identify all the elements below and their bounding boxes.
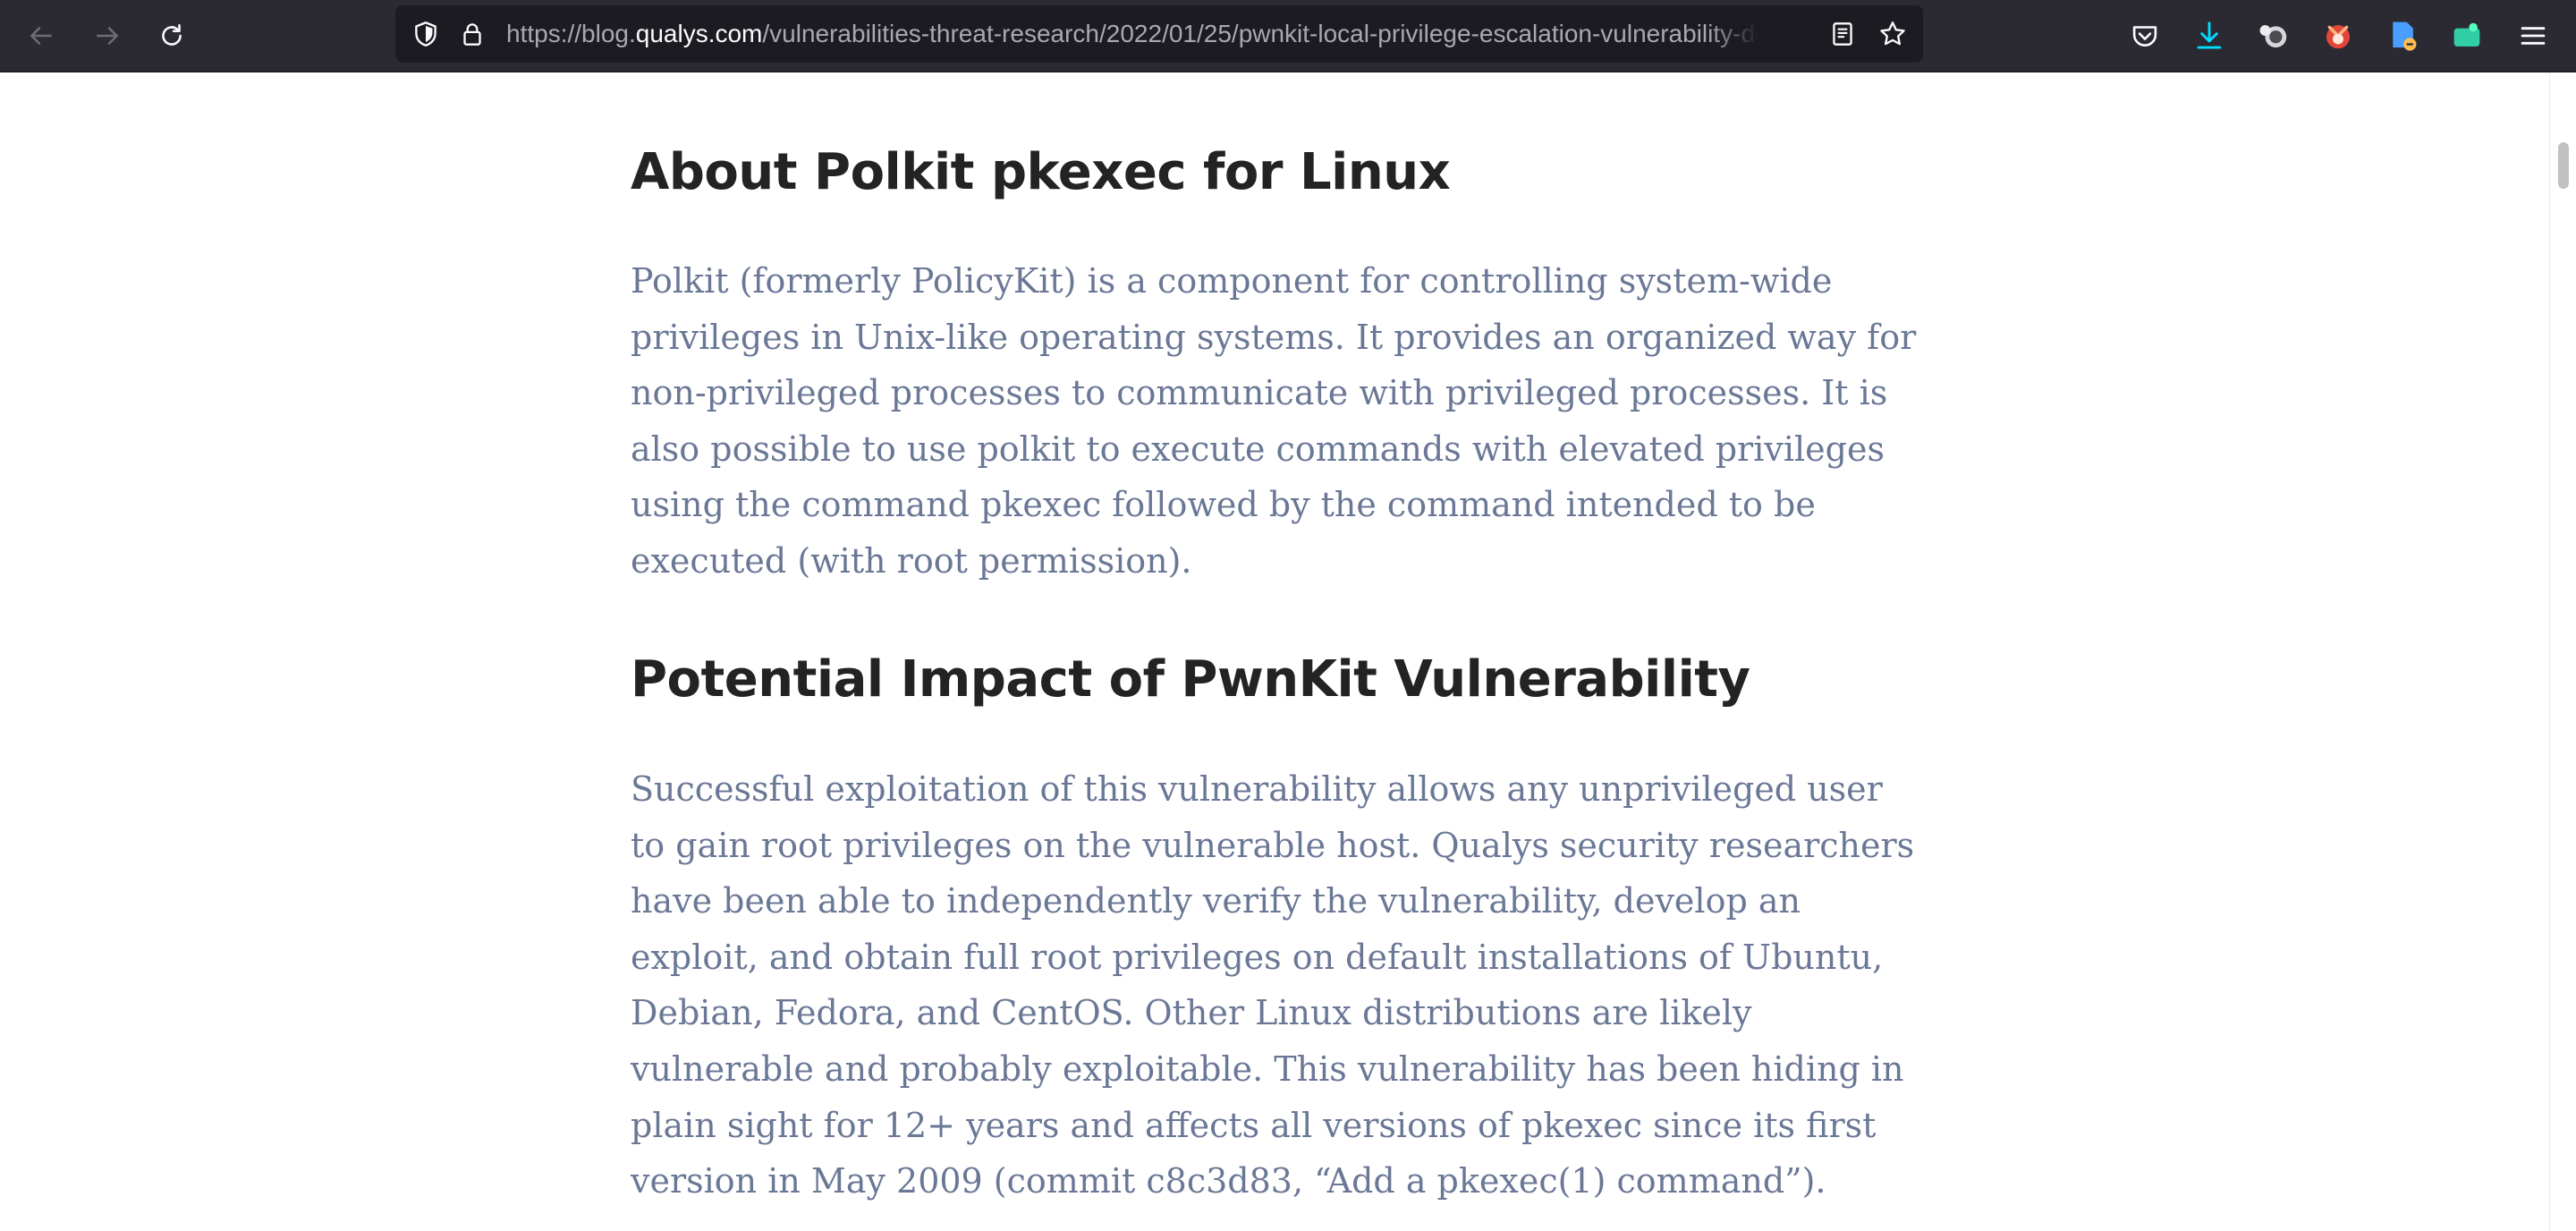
extension-button-4[interactable] (2447, 16, 2487, 55)
url-path: /vulnerabilities-threat-research/2022/01… (762, 20, 1758, 47)
back-arrow-icon (30, 27, 52, 45)
green-extension-icon (2453, 22, 2480, 47)
star-icon (1880, 21, 1905, 46)
download-icon (2197, 21, 2222, 49)
url-host: qualys.com (635, 20, 763, 47)
forward-arrow-icon (97, 27, 118, 45)
extension-button-3[interactable] (2383, 16, 2422, 55)
pocket-icon (2132, 26, 2157, 47)
forward-button[interactable] (86, 14, 129, 57)
browser-toolbar: https://blog.qualys.com/vulnerabilities-… (0, 0, 2576, 72)
downloads-button[interactable] (2190, 16, 2229, 55)
url-text[interactable]: https://blog.qualys.com/vulnerabilities-… (506, 5, 1758, 63)
section-heading-about-polkit: About Polkit pkexec for Linux (631, 143, 1451, 201)
section-heading-potential-impact: Potential Impact of PwnKit Vulnerability (631, 650, 1750, 709)
pocket-button[interactable] (2125, 16, 2165, 55)
scrollbar-thumb[interactable] (2558, 142, 2569, 189)
extension-button-2[interactable] (2318, 16, 2358, 55)
bookmark-button[interactable] (1877, 18, 1909, 50)
reader-view-icon (1833, 22, 1852, 46)
url-bar[interactable]: https://blog.qualys.com/vulnerabilities-… (395, 5, 1923, 63)
document-extension-icon (2393, 21, 2417, 51)
ghost-extension-icon (2259, 25, 2287, 48)
reload-icon (162, 24, 182, 46)
url-prefix: https://blog. (506, 20, 636, 47)
lock-icon (463, 23, 481, 46)
back-button[interactable] (20, 14, 63, 57)
reader-view-button[interactable] (1826, 18, 1859, 50)
extension-button-1[interactable] (2254, 16, 2293, 55)
page-viewport: About Polkit pkexec for Linux Polkit (fo… (0, 72, 2549, 1231)
hamburger-menu-icon (2521, 27, 2546, 45)
section-paragraph-potential-impact: Successful exploitation of this vulnerab… (631, 769, 1915, 1201)
shield-icon (415, 21, 436, 47)
app-menu-button[interactable] (2513, 16, 2553, 55)
fox-extension-icon (2326, 25, 2351, 49)
section-paragraph-about-polkit: Polkit (formerly PolicyKit) is a compone… (631, 261, 1917, 581)
vertical-scrollbar[interactable] (2549, 72, 2576, 1231)
site-security-button[interactable] (456, 18, 488, 50)
tracking-protection-button[interactable] (410, 18, 442, 50)
reload-button[interactable] (150, 14, 193, 57)
